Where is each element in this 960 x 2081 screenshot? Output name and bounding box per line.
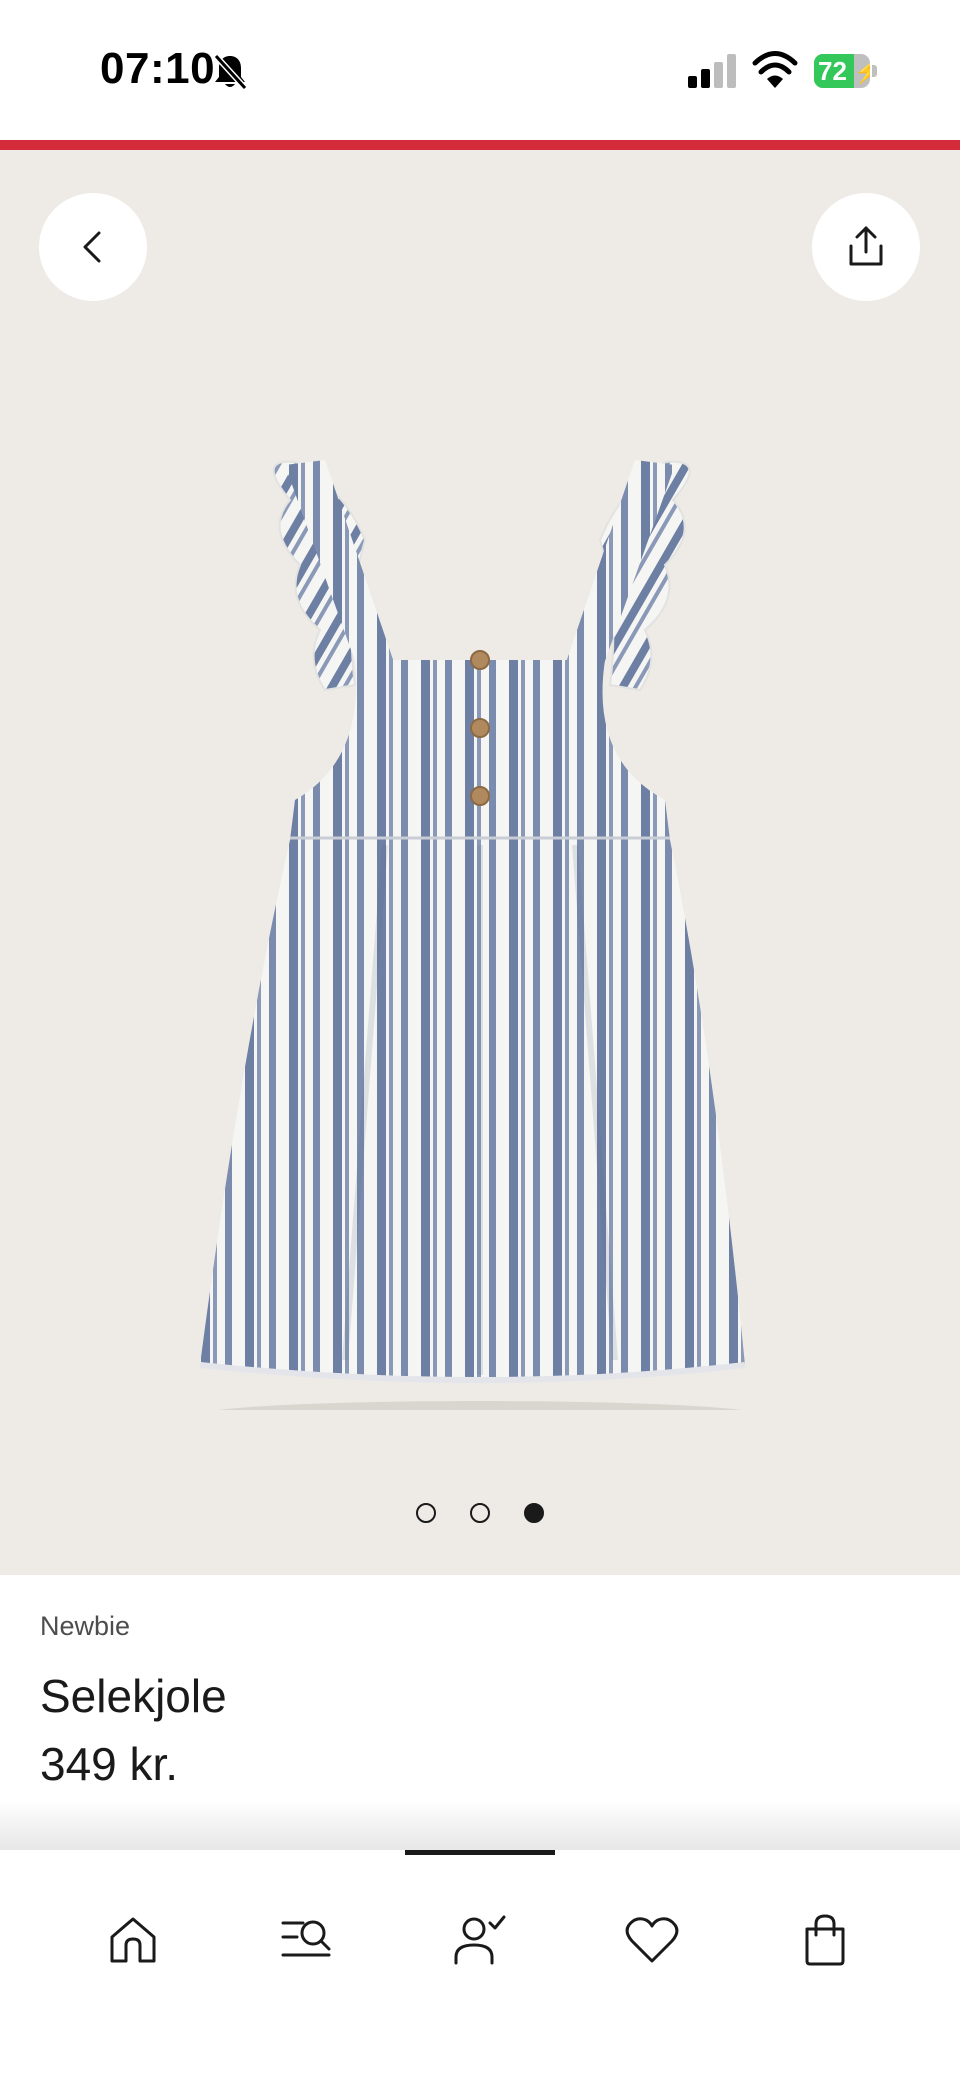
status-time: 07:10 bbox=[100, 44, 216, 93]
account-check-icon bbox=[452, 1913, 508, 1967]
product-price: 349 kr. bbox=[40, 1738, 179, 1790]
battery-charging-icon: 72 ⚡ bbox=[814, 54, 878, 88]
nav-account-button[interactable] bbox=[440, 1900, 520, 1980]
status-bar: 07:10 72 ⚡ bbox=[0, 0, 960, 140]
nav-favorites-button[interactable] bbox=[612, 1900, 692, 1980]
product-name: Selekjole bbox=[40, 1670, 227, 1722]
carousel-dot[interactable] bbox=[416, 1503, 436, 1523]
bottom-nav bbox=[0, 1850, 960, 2081]
home-icon bbox=[106, 1913, 160, 1967]
carousel-dot-active[interactable] bbox=[524, 1503, 544, 1523]
product-brand[interactable]: Newbie bbox=[40, 1611, 130, 1642]
shopping-bag-icon bbox=[801, 1913, 849, 1967]
bell-slash-icon bbox=[212, 52, 248, 92]
share-button[interactable] bbox=[812, 193, 920, 301]
home-indicator bbox=[405, 1850, 555, 1855]
back-button[interactable] bbox=[39, 193, 147, 301]
heart-icon bbox=[624, 1915, 680, 1965]
search-list-icon bbox=[279, 1913, 335, 1967]
nav-search-button[interactable] bbox=[267, 1900, 347, 1980]
signal-icon bbox=[688, 54, 738, 88]
product-image-carousel[interactable] bbox=[0, 150, 960, 1575]
chevron-left-icon bbox=[73, 227, 113, 267]
nav-bag-button[interactable] bbox=[785, 1900, 865, 1980]
share-icon bbox=[843, 224, 889, 270]
product-photo bbox=[195, 460, 765, 1410]
scroll-fade bbox=[0, 1800, 960, 1850]
accent-line bbox=[0, 140, 960, 150]
carousel-dots bbox=[0, 1503, 960, 1543]
carousel-dot[interactable] bbox=[470, 1503, 490, 1523]
battery-percent: 72 bbox=[818, 56, 847, 86]
nav-home-button[interactable] bbox=[93, 1900, 173, 1980]
wifi-icon bbox=[752, 50, 798, 88]
